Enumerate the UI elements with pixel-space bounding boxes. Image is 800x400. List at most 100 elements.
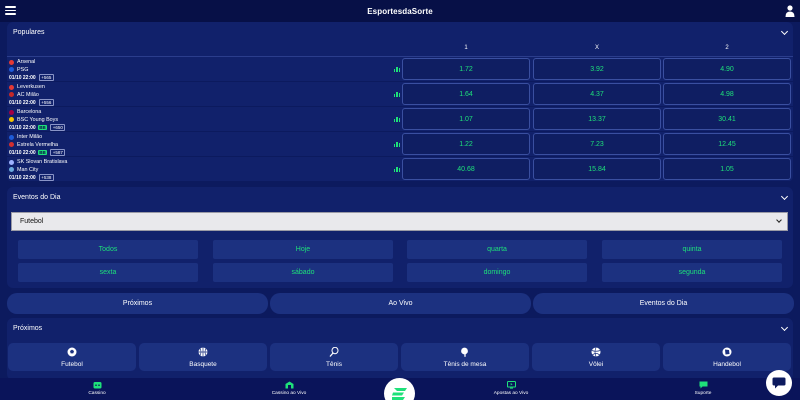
day-filter-button[interactable]: quarta [407, 240, 587, 259]
day-filter-button[interactable]: Hoje [213, 240, 393, 259]
odds-button[interactable]: 1.22 [402, 133, 530, 155]
odds-button[interactable]: 4.90 [663, 58, 791, 80]
away-team-name: Estrela Vermelha [17, 141, 59, 148]
volleyball-icon [591, 346, 601, 357]
match-row[interactable]: Inter Milão Estrela Vermelha 01/10 22:00 BB… [7, 132, 793, 157]
stats-icon[interactable] [394, 117, 400, 122]
popular-title: Populares [13, 28, 45, 36]
odds-button[interactable]: 30.41 [663, 108, 791, 130]
match-row[interactable]: Leverkusen AC Milão 01/10 22:00 +556 1.64 4.3… [7, 82, 793, 107]
events-header[interactable]: Eventos do Dia [7, 187, 793, 207]
day-filter-button[interactable]: segunda [602, 263, 782, 282]
nav-support[interactable]: Suporte [663, 381, 743, 396]
team-crest-icon [9, 142, 14, 147]
match-meta: 01/10 22:00 +565 [9, 74, 54, 81]
odds-button[interactable]: 1.64 [402, 83, 530, 105]
sport-label: Futebol [61, 360, 83, 368]
team-crest-icon [9, 159, 14, 165]
match-row[interactable]: Barcelona BSC Young Boys 01/10 22:00 BB +650… [7, 107, 793, 132]
sport-select[interactable]: Futebol [11, 212, 788, 231]
odds-value: 15.84 [588, 165, 606, 173]
day-filter-button[interactable]: sábado [213, 263, 393, 282]
team-crest-icon [9, 117, 14, 122]
odds-value: 1.64 [459, 90, 473, 98]
team-crest-icon [9, 67, 14, 72]
nav-casino-label: Cassino [88, 391, 106, 396]
home-team: Arsenal [9, 59, 35, 65]
home-team-name: SK Slovan Bratislava [17, 159, 68, 165]
stats-icon[interactable] [394, 167, 400, 172]
nav-support-label: Suporte [694, 391, 712, 396]
odds-button[interactable]: 13.37 [533, 108, 661, 130]
odds-button[interactable]: 12.45 [663, 133, 791, 155]
live-chat-button[interactable] [766, 370, 792, 396]
upcoming-title: Próximos [13, 324, 43, 332]
sport-tile[interactable]: Vôlei [532, 343, 660, 371]
more-markets-badge[interactable]: +538 [38, 174, 54, 181]
section-tab[interactable]: Próximos [7, 293, 268, 314]
odds-value: 30.41 [718, 115, 736, 123]
nav-casino[interactable]: Cassino [57, 381, 137, 396]
brand-logo[interactable]: EsportesdaSorte [367, 7, 433, 16]
odds-button[interactable]: 40.68 [402, 158, 530, 180]
handball-icon [722, 347, 732, 356]
odds-button[interactable]: 4.98 [663, 83, 791, 105]
match-datetime: 01/10 22:00 [9, 74, 36, 81]
odds-value: 4.90 [720, 65, 734, 73]
more-markets-badge[interactable]: +587 [50, 149, 66, 156]
stats-icon[interactable] [394, 92, 400, 97]
day-filter-button[interactable]: sexta [18, 263, 198, 282]
match-row[interactable]: SK Slovan Bratislava Man City 01/10 22:00 +… [7, 157, 793, 182]
odds-value: 12.45 [718, 140, 736, 148]
team-crest-icon [9, 59, 14, 65]
sport-tile[interactable]: Basquete [139, 343, 267, 371]
odds-button[interactable]: 7.23 [533, 133, 661, 155]
more-markets-badge[interactable]: +556 [38, 99, 54, 106]
section-tab[interactable]: Eventos do Dia [533, 293, 794, 314]
day-filter-button[interactable]: quinta [602, 240, 782, 259]
odds-value: 1.72 [459, 65, 473, 73]
match-meta: 01/10 22:00 BB +650 [9, 124, 66, 131]
top-bar: EsportesdaSorte [0, 0, 800, 22]
odds-button[interactable]: 1.07 [402, 108, 530, 130]
away-team-name: BSC Young Boys [17, 116, 59, 123]
odds-value: 3.92 [590, 65, 604, 73]
stats-icon[interactable] [394, 142, 400, 147]
popular-header[interactable]: Populares [7, 22, 793, 42]
sport-tile[interactable]: Futebol [8, 343, 136, 371]
chevron-down-icon[interactable] [780, 27, 789, 36]
match-meta: 01/10 22:00 +538 [9, 174, 54, 181]
nav-casino-live-label: Cassino ao Vivo [271, 391, 307, 396]
section-tab[interactable]: Ao Vivo [270, 293, 531, 314]
menu-icon[interactable] [5, 6, 16, 15]
monitor-icon [506, 381, 516, 389]
chevron-down-icon[interactable] [780, 323, 789, 332]
dice-icon [93, 382, 101, 389]
sport-tile[interactable]: Tênis de mesa [401, 343, 529, 371]
stats-icon[interactable] [394, 67, 400, 72]
day-filter-button[interactable]: domingo [407, 263, 587, 282]
upcoming-header[interactable]: Próximos [7, 318, 793, 338]
sport-tile[interactable]: Handebol [663, 343, 791, 371]
away-team: AC Milão [9, 92, 39, 98]
live-badge: BB [37, 150, 48, 155]
odds-button[interactable]: 1.05 [663, 158, 791, 180]
odds-button[interactable]: 3.92 [533, 58, 661, 80]
more-markets-badge[interactable]: +565 [38, 74, 54, 81]
chevron-down-icon [776, 217, 782, 223]
away-team-name: AC Milão [17, 91, 39, 98]
more-markets-badge[interactable]: +650 [50, 124, 66, 131]
odds-column-headers: 1 X 2 [7, 42, 793, 56]
nav-casino-live[interactable]: Cassino ao Vivo [249, 381, 329, 396]
nav-live-bets[interactable]: Apostas ao Vivo [471, 381, 551, 396]
home-team: Leverkusen [9, 84, 45, 90]
odds-button[interactable]: 15.84 [533, 158, 661, 180]
odds-button[interactable]: 4.37 [533, 83, 661, 105]
sport-label: Tênis de mesa [443, 360, 487, 368]
user-icon[interactable] [785, 5, 795, 17]
odds-button[interactable]: 1.72 [402, 58, 530, 80]
match-row[interactable]: Arsenal PSG 01/10 22:00 +565 1.72 3.92 4.90 [7, 57, 793, 82]
sport-tile[interactable]: Tênis [270, 343, 398, 371]
chevron-down-icon[interactable] [780, 192, 789, 201]
day-filter-button[interactable]: Todos [18, 240, 198, 259]
